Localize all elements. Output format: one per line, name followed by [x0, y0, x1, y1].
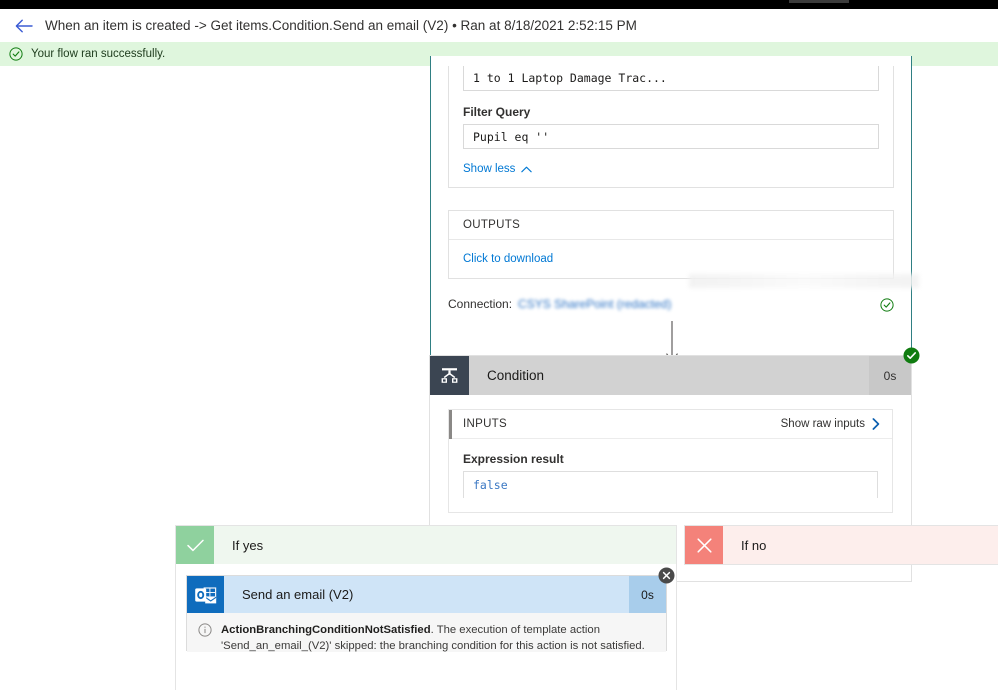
outlook-icon: [187, 576, 224, 613]
send-email-action-card[interactable]: Send an email (V2) 0s ActionBranchingCon…: [186, 567, 675, 652]
condition-status-badge: [903, 347, 920, 364]
page-title: When an item is created -> Get items.Con…: [45, 18, 637, 33]
connection-value[interactable]: CSYS SharePoint (redacted): [518, 297, 671, 311]
connection-check-glyph: [880, 298, 894, 312]
filter-query-field[interactable]: Pupil eq '': [463, 124, 879, 149]
get-items-outputs-panel: OUTPUTS Click to download: [448, 210, 919, 288]
outputs-body: Click to download: [449, 240, 893, 278]
expression-result-value[interactable]: false: [463, 471, 878, 498]
condition-branch-glyph: [441, 368, 458, 383]
inputs-label: INPUTS: [463, 418, 507, 430]
checkmark-icon: [176, 526, 214, 564]
info-glyph: [198, 623, 212, 637]
show-less-label: Show less: [463, 163, 516, 175]
condition-inputs-header: INPUTS Show raw inputs: [449, 410, 892, 439]
connection-row: Connection: CSYS SharePoint (redacted): [448, 297, 894, 312]
connection-label: Connection:: [448, 297, 513, 311]
check-circle-icon: [9, 47, 23, 61]
check-circle-glyph: [9, 47, 23, 61]
condition-card-body: INPUTS Show raw inputs Expression result…: [430, 395, 911, 513]
show-raw-inputs-button[interactable]: Show raw inputs: [781, 418, 880, 430]
chevron-up-icon: [521, 166, 533, 172]
info-icon: [198, 623, 212, 637]
get-items-body: 1 to 1 Laptop Damage Trac... Filter Quer…: [431, 56, 919, 312]
branch-if-no-header: If no: [685, 526, 998, 564]
cross-icon: [685, 526, 723, 564]
branch-if-yes-header: If yes: [176, 526, 676, 564]
chevron-right-icon: [872, 418, 880, 430]
checkmark-glyph: [186, 539, 204, 551]
show-raw-inputs-label: Show raw inputs: [780, 418, 865, 430]
success-check-badge-glyph: [903, 347, 920, 364]
branch-if-no[interactable]: If no: [684, 525, 998, 565]
skipped-badge-glyph: [658, 567, 675, 584]
show-less-toggle[interactable]: Show less: [463, 163, 533, 175]
branch-if-yes[interactable]: If yes Send an email (V2) 0s ActionBranc…: [175, 525, 677, 690]
back-arrow-icon[interactable]: [10, 12, 38, 40]
flow-status-message: Your flow ran successfully.: [31, 48, 166, 60]
branch-if-yes-label: If yes: [232, 537, 264, 553]
skip-note-code: ActionBranchingConditionNotSatisfied: [221, 624, 431, 636]
expression-result-label: Expression result: [463, 452, 564, 466]
condition-branch-icon: [430, 356, 469, 395]
click-to-download-link[interactable]: Click to download: [463, 253, 553, 265]
send-email-status-badge: [658, 567, 675, 584]
browser-tab-edge: [789, 0, 849, 3]
browser-chrome-strip: [0, 0, 998, 9]
filter-query-label: Filter Query: [463, 105, 531, 119]
cross-glyph: [696, 537, 712, 553]
skip-note-text: ActionBranchingConditionNotSatisfied. Th…: [221, 622, 654, 652]
outlook-glyph: [194, 586, 217, 603]
branch-if-no-label: If no: [741, 537, 767, 553]
send-email-card-header[interactable]: Send an email (V2) 0s: [187, 567, 675, 613]
inputs-accent-bar: [449, 410, 452, 439]
run-title-bar: When an item is created -> Get items.Con…: [0, 9, 998, 42]
back-arrow-glyph: [15, 19, 33, 32]
condition-inputs-panel: INPUTS Show raw inputs Expression result…: [448, 409, 893, 513]
condition-title: Condition: [487, 368, 545, 383]
send-email-skip-note: ActionBranchingConditionNotSatisfied. Th…: [187, 613, 666, 652]
condition-card-header[interactable]: Condition 0s: [430, 347, 920, 395]
list-name-field[interactable]: 1 to 1 Laptop Damage Trac...: [463, 66, 879, 91]
outputs-header: OUTPUTS: [449, 211, 893, 240]
condition-field-wrap: Expression result false: [449, 452, 892, 498]
redacted-overlay: [689, 274, 919, 288]
connection-status-icon: [880, 298, 894, 312]
get-items-inputs-panel: 1 to 1 Laptop Damage Trac... Filter Quer…: [448, 66, 894, 188]
send-email-title: Send an email (V2): [242, 587, 354, 602]
run-canvas: 1 to 1 Laptop Damage Trac... Filter Quer…: [0, 56, 998, 690]
